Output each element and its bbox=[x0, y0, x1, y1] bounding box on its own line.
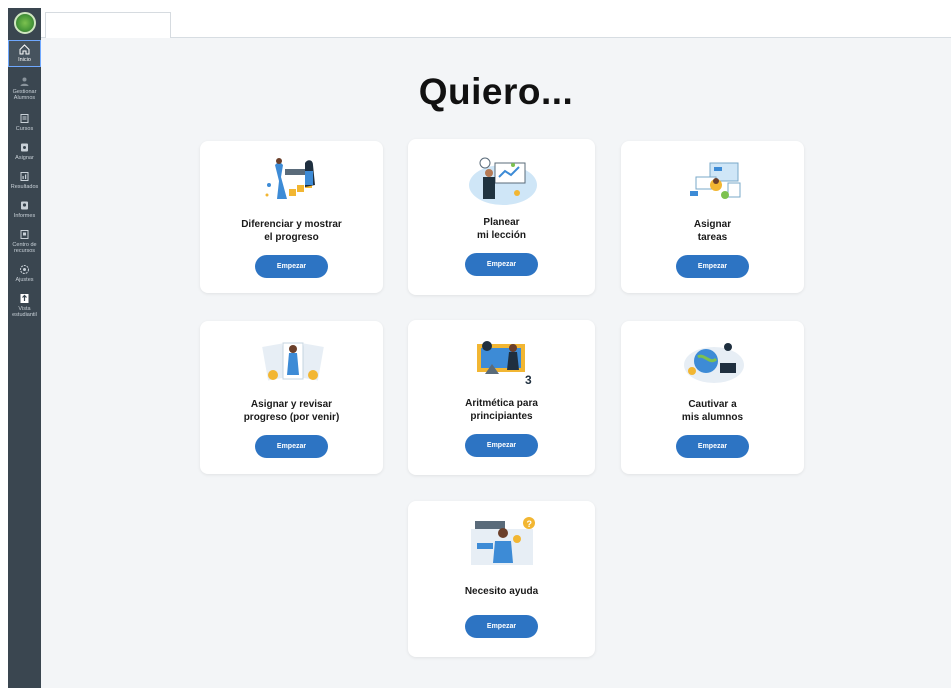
sidebar-item-label: Gestionar Alumnos bbox=[12, 89, 37, 101]
home-icon bbox=[19, 44, 30, 55]
start-button[interactable]: Empezar bbox=[465, 434, 538, 457]
plan-lesson-illustration bbox=[468, 157, 537, 205]
top-tab[interactable] bbox=[45, 12, 171, 38]
students-icon bbox=[19, 76, 30, 87]
assign-review-illustration bbox=[261, 342, 324, 381]
assign-tasks-illustration bbox=[689, 162, 740, 199]
card-asignar-revisar: Asignar y revisar progreso (por venir) E… bbox=[200, 321, 383, 474]
card-label: Aritmética para principiantes bbox=[465, 398, 538, 422]
card-label: Cautivar a mis alumnos bbox=[681, 399, 744, 423]
sidebar-item-centro-de-recursos[interactable]: Centro de recursos bbox=[8, 226, 41, 257]
sidebar-item-label: Asignar bbox=[15, 155, 34, 161]
courses-icon bbox=[19, 113, 30, 124]
start-button[interactable]: Empezar bbox=[255, 435, 328, 458]
reports-icon bbox=[19, 200, 30, 211]
card-asignar-tareas: Asignar tareas Empezar bbox=[621, 141, 804, 293]
sidebar-item-vista-estudiantil[interactable]: Vista estudiantil bbox=[8, 290, 41, 321]
sidebar: Inicio Gestionar Alumnos Cursos Asignar … bbox=[8, 8, 41, 688]
page-title: Quiero... bbox=[418, 71, 574, 112]
sidebar-item-label: Vista estudiantil bbox=[12, 306, 37, 318]
top-bar bbox=[41, 8, 951, 38]
sidebar-item-label: Resultados bbox=[10, 184, 39, 190]
main-content: Quiero... Diferenciar y mostrar el progr… bbox=[41, 38, 951, 688]
card-label: Necesito ayuda bbox=[464, 585, 539, 597]
card-aritmetica: 3 Aritmética para principiantes Empezar bbox=[408, 320, 595, 475]
start-button[interactable]: Empezar bbox=[676, 435, 749, 458]
card-label: Asignar tareas bbox=[693, 219, 732, 243]
sidebar-item-label: Inicio bbox=[18, 57, 31, 63]
start-button[interactable]: Empezar bbox=[676, 255, 749, 278]
sidebar-item-label: Informes bbox=[13, 213, 36, 219]
card-label: Asignar y revisar progreso (por venir) bbox=[243, 399, 340, 423]
student-view-icon bbox=[19, 293, 30, 304]
card-necesito-ayuda: ? Necesito ayuda Empezar bbox=[408, 501, 595, 657]
start-button[interactable]: Empezar bbox=[465, 615, 538, 638]
differentiate-illustration bbox=[265, 158, 315, 199]
sidebar-item-ajustes[interactable]: Ajustes bbox=[8, 261, 41, 286]
app-logo[interactable] bbox=[13, 12, 36, 34]
svg-text:?: ? bbox=[526, 519, 532, 529]
sidebar-item-cursos[interactable]: Cursos bbox=[8, 110, 41, 135]
card-diferenciar: Diferenciar y mostrar el progreso Empeza… bbox=[200, 141, 383, 293]
settings-icon bbox=[19, 264, 30, 275]
card-label: Diferenciar y mostrar el progreso bbox=[241, 219, 342, 243]
sidebar-item-asignar[interactable]: Asignar bbox=[8, 139, 41, 164]
svg-text:3: 3 bbox=[525, 373, 532, 387]
sidebar-item-informes[interactable]: Informes bbox=[8, 197, 41, 222]
assign-icon bbox=[19, 142, 30, 153]
card-planear: Planear mi lección Empezar bbox=[408, 139, 595, 295]
card-cautivar: Cautivar a mis alumnos Empezar bbox=[621, 321, 804, 474]
sidebar-item-resultados[interactable]: Resultados bbox=[8, 168, 41, 193]
results-icon bbox=[19, 171, 30, 182]
sidebar-item-inicio[interactable]: Inicio bbox=[8, 40, 41, 67]
start-button[interactable]: Empezar bbox=[465, 253, 538, 276]
arithmetic-illustration: 3 bbox=[476, 341, 532, 387]
sidebar-item-gestionar-alumnos[interactable]: Gestionar Alumnos bbox=[8, 73, 41, 104]
resources-icon bbox=[19, 229, 30, 240]
sidebar-item-label: Ajustes bbox=[15, 277, 34, 283]
sidebar-item-label: Centro de recursos bbox=[12, 242, 37, 254]
card-label: Planear mi lección bbox=[477, 217, 526, 241]
start-button[interactable]: Empezar bbox=[255, 255, 328, 278]
engage-students-illustration bbox=[683, 343, 744, 383]
need-help-illustration: ? bbox=[470, 517, 535, 565]
sidebar-item-label: Cursos bbox=[15, 126, 34, 132]
